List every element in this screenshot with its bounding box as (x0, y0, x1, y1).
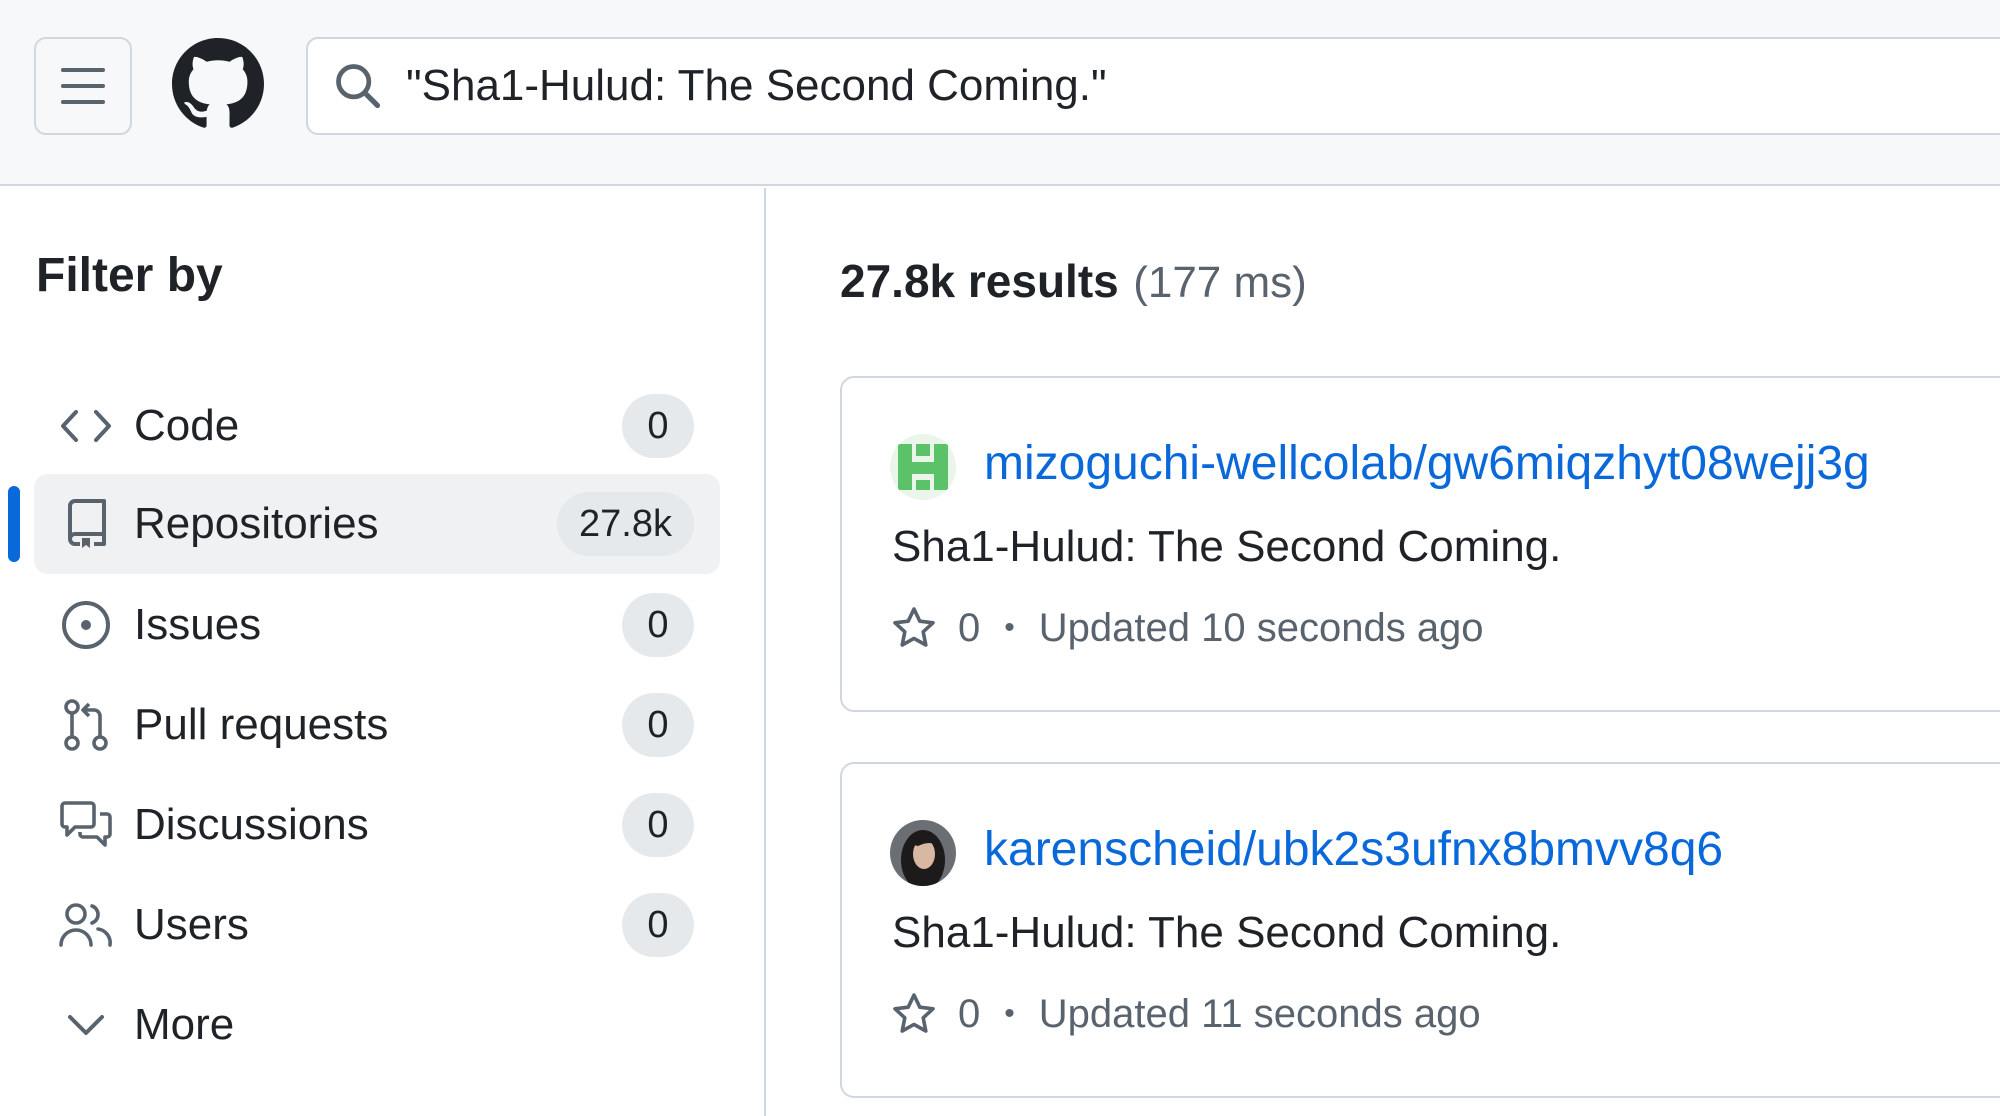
count-badge: 0 (622, 893, 694, 957)
github-logo-icon[interactable] (172, 38, 264, 130)
star-icon[interactable] (890, 604, 938, 652)
count-badge: 0 (622, 693, 694, 757)
search-icon (336, 64, 381, 109)
repo-link[interactable]: karenscheid/ubk2s3ufnx8bmvv8q6 (984, 822, 1723, 877)
filter-sidebar: Filter by Code 0 Repositories 27.8k Issu… (0, 188, 766, 1116)
filter-item-users[interactable]: Users 0 (34, 875, 720, 975)
separator-dot: • (1004, 611, 1015, 644)
avatar[interactable] (890, 820, 956, 886)
filter-item-label: Discussions (134, 800, 369, 849)
repo-meta: 0 • Updated 10 seconds ago (890, 600, 1484, 656)
result-card: mizoguchi-wellcolab/gw6miqzhyt08wejj3g S… (840, 376, 2000, 712)
filter-item-code[interactable]: Code 0 (34, 376, 720, 476)
filter-item-label: Users (134, 900, 249, 949)
users-icon (58, 897, 114, 953)
top-header: "Sha1-Hulud: The Second Coming." (0, 0, 2000, 186)
avatar[interactable] (890, 434, 956, 500)
filter-item-label: Repositories (134, 499, 379, 548)
star-count: 0 (958, 605, 981, 650)
repo-icon (58, 496, 114, 552)
repo-description: Sha1-Hulud: The Second Coming. (892, 908, 1562, 957)
repo-link[interactable]: mizoguchi-wellcolab/gw6miqzhyt08wejj3g (984, 436, 1870, 491)
hamburger-icon (61, 68, 105, 104)
results-count: 27.8k results (840, 255, 1119, 307)
filter-item-label: More (134, 1000, 235, 1049)
filter-item-label: Pull requests (134, 700, 389, 749)
menu-button[interactable] (34, 37, 132, 135)
chevron-down-icon (58, 997, 114, 1053)
issue-icon (58, 597, 114, 653)
search-bar[interactable]: "Sha1-Hulud: The Second Coming." (306, 37, 2000, 135)
pull-request-icon (58, 697, 114, 753)
star-icon[interactable] (890, 990, 938, 1038)
result-card: karenscheid/ubk2s3ufnx8bmvv8q6 Sha1-Hulu… (840, 762, 2000, 1098)
filter-item-label: Issues (134, 600, 262, 649)
selected-indicator (8, 486, 20, 562)
results-summary: 27.8k results (177 ms) (840, 254, 1307, 308)
code-icon (58, 398, 114, 454)
repo-meta: 0 • Updated 11 seconds ago (890, 986, 1481, 1042)
updated-time: Updated 10 seconds ago (1038, 605, 1484, 650)
star-count: 0 (958, 991, 981, 1036)
count-badge: 0 (622, 593, 694, 657)
updated-time: Updated 11 seconds ago (1038, 991, 1481, 1036)
filter-item-issues[interactable]: Issues 0 (34, 575, 720, 675)
filter-item-repositories[interactable]: Repositories 27.8k (34, 474, 720, 574)
filter-item-label: Code (134, 401, 240, 450)
results-time: (177 ms) (1133, 258, 1307, 307)
filter-item-more[interactable]: More (34, 975, 720, 1075)
count-badge: 0 (622, 394, 694, 458)
filter-item-pull-requests[interactable]: Pull requests 0 (34, 675, 720, 775)
search-query[interactable]: "Sha1-Hulud: The Second Coming." (406, 61, 1107, 111)
filter-title: Filter by (36, 249, 223, 302)
count-badge: 27.8k (557, 492, 694, 556)
repo-description: Sha1-Hulud: The Second Coming. (892, 522, 1562, 571)
filter-item-discussions[interactable]: Discussions 0 (34, 775, 720, 875)
discussions-icon (58, 797, 114, 853)
separator-dot: • (1004, 997, 1015, 1030)
count-badge: 0 (622, 793, 694, 857)
